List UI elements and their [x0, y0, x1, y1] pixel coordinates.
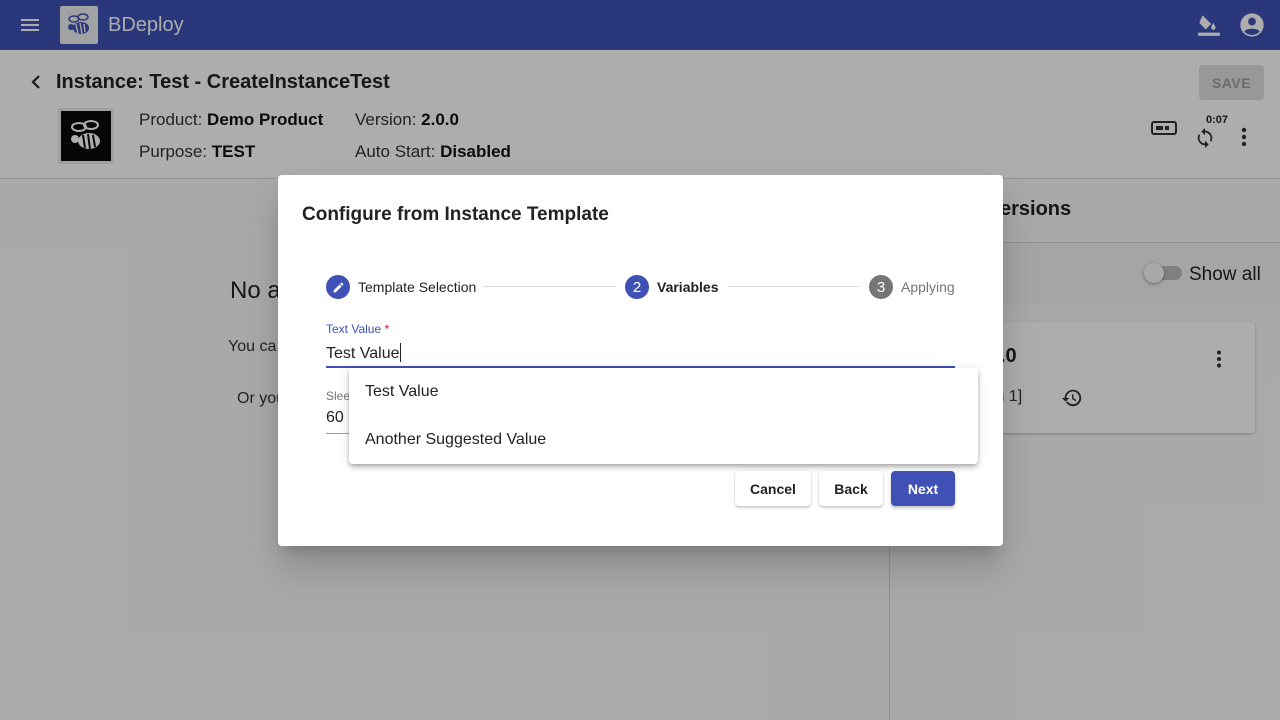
text-value-input[interactable] [326, 341, 955, 367]
step-3-circle: 3 [869, 275, 893, 299]
step-connector-1 [483, 286, 616, 287]
sleep-field-label: Slee [326, 389, 351, 403]
suggestion-option[interactable]: Test Value [349, 368, 978, 416]
step-1-circle[interactable] [326, 275, 350, 299]
sleep-field-value[interactable]: 60 [326, 409, 344, 427]
suggestion-option[interactable]: Another Suggested Value [349, 416, 978, 464]
step-2-circle[interactable]: 2 [625, 275, 649, 299]
instance-template-dialog: Configure from Instance Template Templat… [278, 175, 1003, 546]
step-2-label[interactable]: Variables [657, 279, 719, 295]
step-1-label[interactable]: Template Selection [358, 279, 476, 295]
step-connector-2 [728, 286, 860, 287]
suggestions-dropdown: Test Value Another Suggested Value [349, 368, 978, 464]
template-stepper: Template Selection 2 Variables 3 Applyin… [326, 275, 956, 299]
edit-icon [333, 282, 343, 292]
text-caret [400, 343, 401, 362]
cancel-button[interactable]: Cancel [735, 471, 811, 506]
dialog-title: Configure from Instance Template [302, 204, 609, 225]
required-mark: * [384, 322, 390, 336]
back-button[interactable]: Back [819, 471, 883, 506]
next-button[interactable]: Next [891, 471, 955, 506]
text-value-label: Text Value * [326, 322, 390, 336]
step-3-label: Applying [901, 279, 955, 295]
